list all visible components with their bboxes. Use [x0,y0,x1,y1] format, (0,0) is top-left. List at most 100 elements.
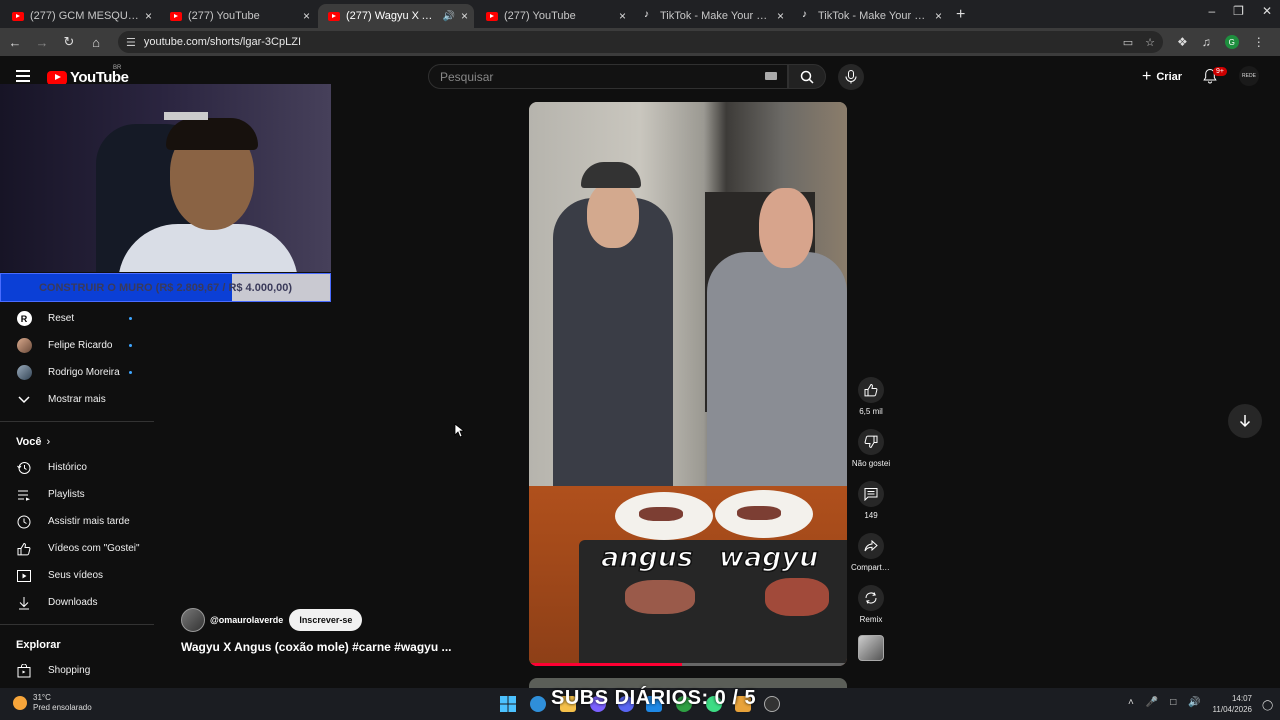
tab-audio-icon[interactable]: 🔊 [443,11,455,22]
browser-tab[interactable]: (277) YouTube × [476,4,632,28]
video-progress-bar[interactable] [529,663,847,666]
sidebar-heading-voce[interactable]: Você › [0,430,154,454]
browser-tab[interactable]: (277) GCM MESQUITA - YouTube × [2,4,158,28]
browser-tab[interactable]: (277) Wagyu X Angus (coxão mole) 🔊 × [318,4,474,28]
short-title[interactable]: Wagyu X Angus (coxão mole) #carne #wagyu… [181,640,452,654]
voice-search-button[interactable] [838,64,864,90]
sidebar-item-rodrigo-moreira[interactable]: Rodrigo Moreira [0,359,154,386]
next-short-button[interactable] [1228,404,1262,438]
address-url[interactable]: youtube.com/shorts/lgar-3CpLZI [144,36,1111,48]
youtube-play-icon [47,70,67,85]
youtube-icon [328,11,340,21]
address-bar[interactable]: ☰ youtube.com/shorts/lgar-3CpLZI ▭ ☆ [118,31,1163,53]
tiktok-icon [802,9,812,21]
close-tab-icon[interactable]: × [935,9,942,23]
browser-tab[interactable]: TikTok - Make Your Day × [634,4,790,28]
sidebar-heading-explorar: Explorar [16,639,61,651]
subscribe-button[interactable]: Inscrever-se [289,609,363,631]
browser-tab[interactable]: (277) YouTube × [160,4,316,28]
reload-icon[interactable]: ↻ [57,34,81,50]
show-more-label: Mostrar mais [48,394,106,405]
new-tab-button[interactable]: + [956,6,965,24]
window-controls: – ❐ ✕ [1208,4,1272,18]
sidebar-item-history[interactable]: Histórico [0,454,154,481]
sidebar-item-watch-later[interactable]: Assistir mais tarde [0,508,154,535]
dislike-button[interactable]: Não gostei [851,429,891,468]
keyboard-icon[interactable] [765,72,777,80]
close-tab-icon[interactable]: × [461,9,468,23]
system-tray: ˄ 🎤 □ 🔊 [1128,697,1201,708]
close-tab-icon[interactable]: × [303,9,310,23]
home-icon[interactable]: ⌂ [84,35,108,50]
create-button[interactable]: + Criar [1142,68,1182,86]
video-caption-left: angus [600,541,694,574]
back-icon[interactable]: ← [3,35,27,50]
browser-menu-icon[interactable]: ⋮ [1253,35,1265,49]
browser-tab[interactable]: TikTok - Make Your Day × [792,4,948,28]
sidebar-item-downloads[interactable]: Downloads [0,589,154,616]
menu-icon[interactable] [16,70,30,82]
sidebar-divider [0,421,154,422]
obs-icon[interactable] [764,696,780,712]
network-icon[interactable]: □ [1170,697,1176,708]
minimize-icon[interactable]: – [1208,4,1215,18]
search-placeholder: Pesquisar [440,69,494,84]
search-input[interactable]: Pesquisar [428,64,788,89]
shorts-video-player[interactable]: angus wagyu [529,102,847,666]
sound-thumbnail[interactable] [858,635,884,661]
notification-badge: 9+ [1213,67,1227,76]
remix-button[interactable]: Remix [851,585,891,624]
media-controls-icon[interactable]: ♫ [1202,35,1211,49]
close-tab-icon[interactable]: × [777,9,784,23]
close-tab-icon[interactable]: × [619,9,626,23]
search-button[interactable] [788,64,826,89]
sidebar-item-reset[interactable]: R Reset [0,305,154,332]
like-button[interactable]: 6,5 mil [851,377,891,416]
chevron-up-icon[interactable]: ˄ [1128,697,1134,708]
clock-date: 11/04/2026 [1212,705,1252,714]
reset-channel-avatar: R [16,311,32,327]
create-label: Criar [1156,71,1183,83]
country-code: BR [113,65,122,71]
youtube-icon [12,11,24,21]
bookmark-star-icon[interactable]: ☆ [1145,36,1155,49]
windows-start-icon[interactable] [500,696,516,712]
like-count: 6,5 mil [859,407,883,416]
share-button[interactable]: Compartil... [851,533,891,572]
forward-icon[interactable]: → [30,35,54,50]
site-info-icon[interactable]: ☰ [126,36,136,49]
channel-avatar[interactable] [181,608,205,632]
weather-widget[interactable]: 31°C Pred ensolarado [13,693,92,713]
new-content-dot [129,344,132,347]
channel-name[interactable]: @omaurolaverde [210,615,283,625]
sidebar-item-felipe-ricardo[interactable]: Felipe Ricardo [0,332,154,359]
edge-icon[interactable] [530,696,546,712]
sidebar-show-more[interactable]: Mostrar mais [0,386,154,413]
tab-title: TikTok - Make Your Day [818,10,929,22]
restore-icon[interactable]: ❐ [1233,4,1244,18]
webcam-headset [164,112,208,120]
sidebar-item-playlists[interactable]: Playlists [0,481,154,508]
sidebar-item-your-videos[interactable]: Seus vídeos [0,562,154,589]
clock-time: 14:07 [1231,694,1252,703]
close-window-icon[interactable]: ✕ [1262,4,1272,18]
weather-description: Pred ensolarado [33,703,92,712]
profile-avatar[interactable]: G [1224,35,1239,49]
remix-label: Remix [859,615,883,624]
volume-icon[interactable]: 🔊 [1188,697,1200,708]
sidebar-item-label: Playlists [48,489,85,500]
share-icon [858,533,884,559]
sidebar-item-label: Seus vídeos [48,570,104,581]
comment-count: 149 [864,511,878,520]
cast-icon[interactable]: ▭ [1123,36,1133,49]
sidebar-item-liked-videos[interactable]: Vídeos com "Gostei" [0,535,154,562]
comments-button[interactable]: 149 [851,481,891,520]
notification-center-icon[interactable]: ◯ [1262,700,1273,711]
sidebar-item-shopping[interactable]: Shopping [0,657,154,684]
extensions-icon[interactable]: ❖ [1177,35,1188,49]
close-tab-icon[interactable]: × [145,9,152,23]
account-avatar[interactable]: REDE [1239,66,1259,86]
microphone-icon[interactable]: 🎤 [1146,697,1158,708]
taskbar-clock[interactable]: 14:07 11/04/2026 [1208,693,1252,715]
donation-goal-text: CONSTRUIR O MURO (R$ 2.809,67 / R$ 4.000… [38,282,293,294]
